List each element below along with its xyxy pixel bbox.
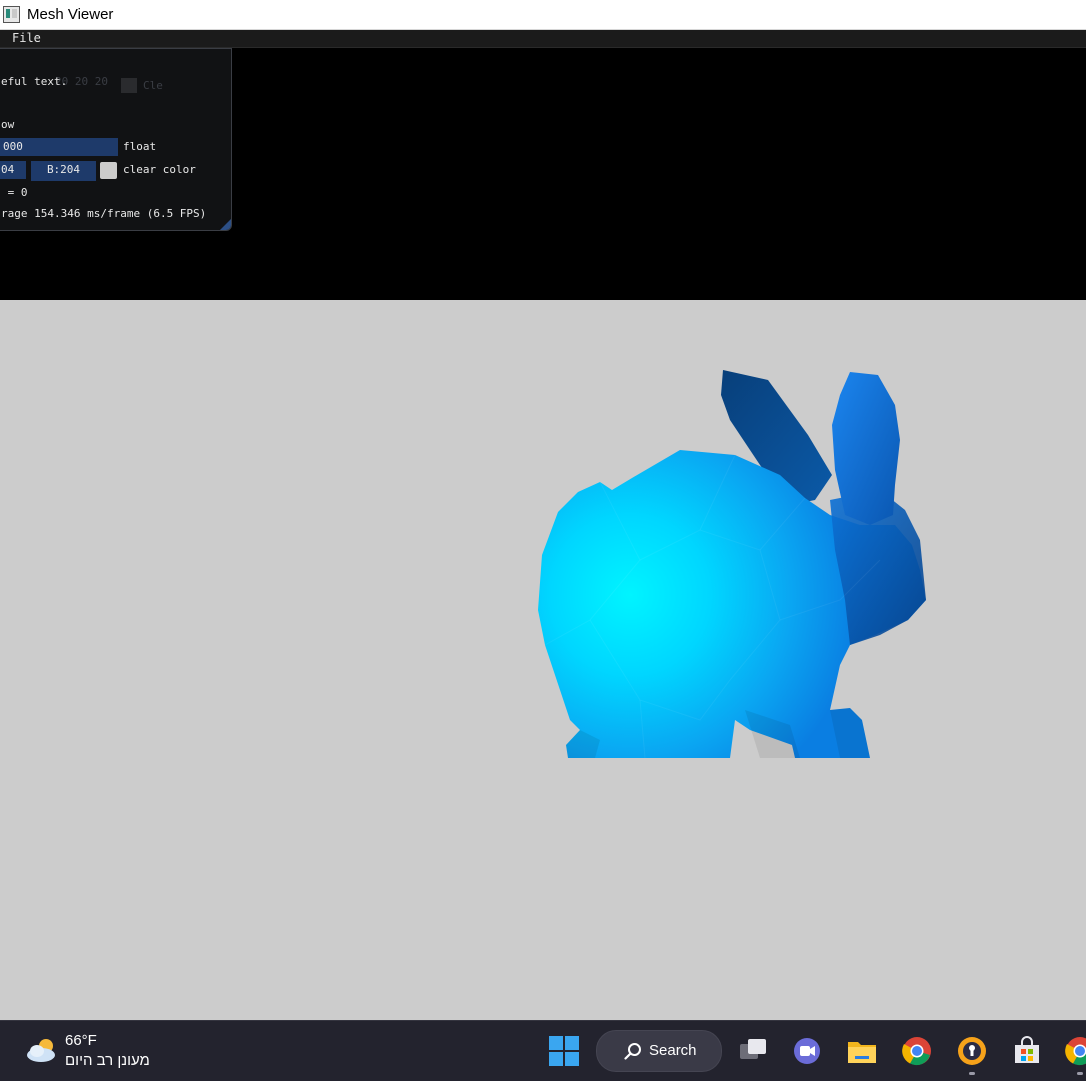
chrome-profile-icon[interactable] — [1064, 1035, 1086, 1067]
resize-grip[interactable] — [220, 219, 231, 230]
search-label: Search — [649, 1042, 697, 1059]
taskbar-search[interactable]: Search — [596, 1030, 722, 1072]
chrome-icon[interactable] — [901, 1035, 933, 1067]
task-view-icon[interactable] — [737, 1035, 769, 1067]
title-bar: Mesh Viewer — [0, 0, 1086, 30]
password-manager-icon[interactable] — [956, 1035, 988, 1067]
useful-text-line: eful text. — [1, 75, 67, 88]
file-explorer-icon[interactable] — [846, 1035, 878, 1067]
menu-bar: File — [0, 30, 1086, 48]
microsoft-store-icon[interactable] — [1011, 1035, 1043, 1067]
render-viewport[interactable] — [0, 300, 1086, 1020]
weather-condition[interactable]: מעונן רב היום — [65, 1052, 150, 1069]
ghost-clear-button: Cle — [143, 79, 163, 92]
windows-start-icon[interactable] — [549, 1036, 579, 1066]
float-slider[interactable]: 000 — [0, 138, 118, 156]
color-b-field[interactable]: B:204 — [31, 161, 96, 181]
window-checkbox-label[interactable]: ow — [1, 118, 14, 131]
running-indicator — [969, 1072, 975, 1075]
partly-cloudy-icon[interactable] — [24, 1035, 60, 1065]
counter-text: = 0 — [1, 186, 28, 199]
weather-temperature[interactable]: 66°F — [65, 1032, 97, 1049]
meet-chat-icon[interactable] — [791, 1035, 823, 1067]
float-slider-value: 000 — [3, 140, 23, 153]
menu-file[interactable]: File — [12, 31, 41, 45]
bunny-mesh — [0, 300, 1086, 1020]
imgui-debug-window[interactable]: 20 20 20 Cle eful text. ow 000 float 04 … — [0, 48, 232, 231]
float-slider-label: float — [123, 140, 156, 153]
taskbar: 66°F מעונן רב היום Search — [0, 1020, 1086, 1081]
running-indicator — [1077, 1072, 1083, 1075]
fps-text: rage 154.346 ms/frame (6.5 FPS) — [1, 207, 206, 220]
bunny-front-ear — [832, 372, 900, 525]
ghost-color-swatch — [121, 78, 137, 93]
app-icon — [3, 6, 20, 23]
search-icon — [624, 1042, 642, 1060]
clear-color-swatch[interactable] — [100, 162, 117, 179]
color-g-field[interactable]: 04 — [0, 161, 26, 179]
clear-color-label: clear color — [123, 163, 196, 176]
window-title: Mesh Viewer — [27, 6, 113, 23]
